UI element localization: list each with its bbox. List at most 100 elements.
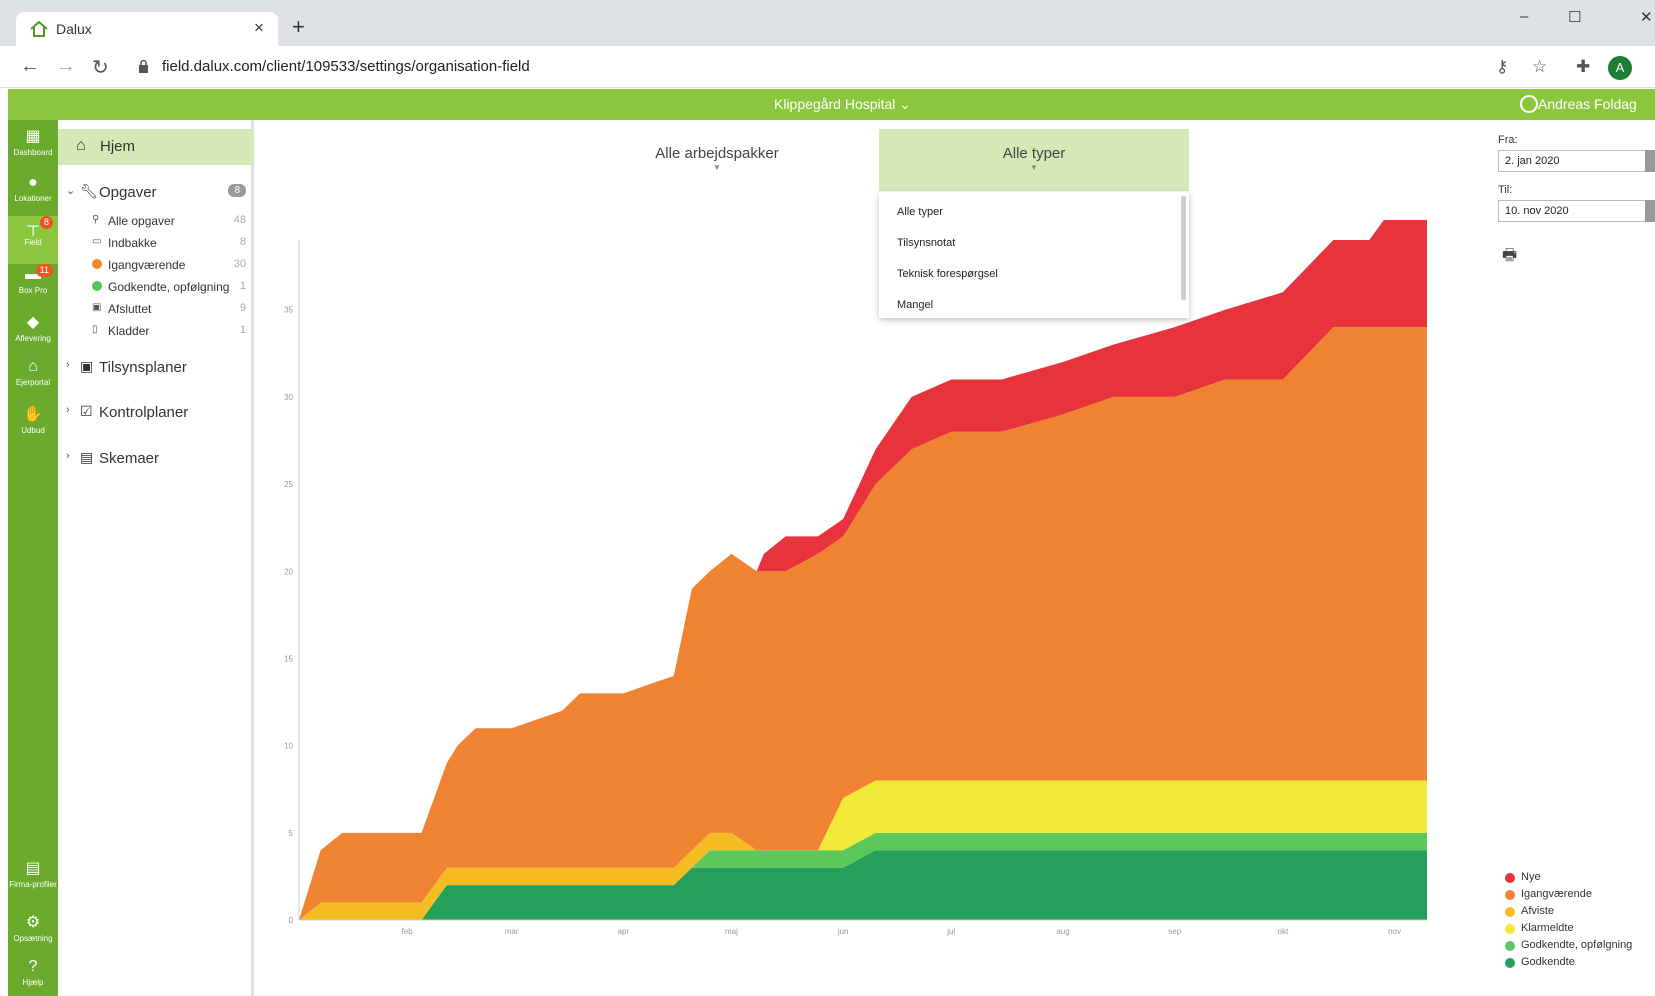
extensions-icon[interactable]: ✚ [1576,57,1590,77]
filter-typer[interactable]: Alle typer ▼ [879,129,1189,191]
legend-label: Godkendte, opfølgning [1521,939,1633,951]
sidebar-item-label: Hjem [100,138,136,155]
rail-ejerportal[interactable]: ⌂ Ejerportal [8,356,58,400]
app-header: Klippegård Hospital ⌄ Andreas Foldag [8,89,1655,120]
x-tick-label: aug [1056,927,1069,936]
tab-close-icon[interactable]: × [254,18,264,38]
rail-aflevering[interactable]: ◆ Aflevering [8,310,58,354]
user-icon [1520,95,1538,113]
status-area-chart: 0 5 10 15 20 25 30 35 feb mar apr maj jun jul aug sep ok… [284,220,1427,936]
rail-label: Field [24,238,42,247]
status-dot-orange-icon [92,259,102,269]
key-icon[interactable]: ⚷ [1496,57,1508,77]
date-from-input[interactable] [1498,150,1653,172]
x-tick-label: sep [1168,927,1181,936]
legend-swatch [1505,941,1515,951]
legend-item[interactable]: Igangværende [1505,887,1655,903]
sidebar-item-label: Kladder [108,324,150,338]
sidebar-item-igangvaerende[interactable]: Igangværende 30 [58,255,254,275]
y-tick-label: 5 [289,829,294,838]
sidebar-item-label: Igangværende [108,258,186,272]
inbox-icon: ▭ [92,236,102,247]
chevron-right-icon[interactable]: › [66,450,70,462]
module-rail: ▦ Dashboard ● Lokationer ┬ Field 8 ▬ Box… [8,120,58,996]
y-tick-label: 25 [284,480,293,489]
chevron-down-icon[interactable]: ⌄ [66,184,75,197]
filter-label: Alle typer [1002,145,1066,162]
back-icon[interactable]: ← [20,55,40,78]
legend-label: Klarmeldte [1521,922,1574,934]
maximize-button[interactable]: ☐ [1568,8,1581,26]
item-count: 1 [239,324,246,336]
profile-avatar[interactable]: A [1608,56,1632,80]
building-icon: ▤ [25,860,41,877]
sidebar-section-tilsynsplaner[interactable]: › ▣ Tilsynsplaner [58,356,254,380]
rail-label: Aflevering [15,334,51,343]
rail-field[interactable]: ┬ Field 8 [8,216,58,264]
rail-udbud[interactable]: ✋ Udbud [8,402,58,446]
close-window-button[interactable]: ✕ [1640,8,1653,26]
rail-box-pro[interactable]: ▬ Box Pro 11 [8,264,58,308]
gear-icon: ⚙ [25,914,41,931]
legend-item[interactable]: Nye [1505,870,1655,886]
dropdown-option-alle-typer[interactable]: Alle typer [897,206,943,218]
form-icon: ▤ [80,449,94,465]
sidebar-section-skemaer[interactable]: › ▤ Skemaer [58,447,254,471]
sidebar-item-kladder[interactable]: ▯ Kladder 1 [58,321,254,341]
sidebar-item-alle-opgaver[interactable]: ⚲ Alle opgaver 48 [58,211,254,231]
sidebar-section-opgaver[interactable]: ⌄ 🔧︎ Opgaver 8 [58,181,254,205]
sidebar-item-indbakke[interactable]: ▭ Indbakke 8 [58,233,254,253]
forward-icon[interactable]: → [56,55,76,78]
user-name[interactable]: Andreas Foldag [1538,96,1637,112]
y-tick-label: 35 [284,306,293,315]
minimize-button[interactable]: – [1520,8,1528,25]
legend-item[interactable]: Klarmeldte [1505,921,1655,937]
y-tick-label: 30 [284,393,293,402]
sidebar-section-kontrolplaner[interactable]: › ☑ Kontrolplaner [58,401,254,425]
new-tab-button[interactable]: + [292,14,305,40]
chevron-right-icon[interactable]: › [66,359,70,371]
sidebar-item-afsluttet[interactable]: ▣ Afsluttet 9 [58,299,254,319]
browser-tab[interactable]: Dalux × [16,12,278,46]
filter-arbejdspakker[interactable]: Alle arbejdspakker ▼ [617,129,817,191]
sidebar: ⌂ Hjem ⌄ 🔧︎ Opgaver 8 ⚲ Alle opgaver 48 … [58,120,254,996]
item-count: 30 [233,258,246,270]
rail-opsaetning[interactable]: ⚙ Opsætning [8,910,58,954]
legend-item[interactable]: Godkendte, opfølgning [1505,938,1655,954]
legend-label: Afviste [1521,905,1555,917]
item-count: 9 [239,302,246,314]
rail-hjaelp[interactable]: ? Hjælp [8,956,58,996]
legend-item[interactable]: Afviste [1505,904,1655,920]
legend-swatch [1505,890,1515,900]
url-field[interactable]: field.dalux.com/client/109533/settings/o… [162,58,530,75]
calendar-icon[interactable] [1645,200,1655,222]
legend-label: Godkendte [1521,956,1575,968]
date-to-input[interactable] [1498,200,1653,222]
rail-firma-profiler[interactable]: ▤ Firma-profiler [8,856,58,904]
sidebar-item-godkendte-opfolgning[interactable]: Godkendte, opfølgning 1 [58,277,254,297]
print-icon[interactable]: 🖶︎ [1502,244,1517,271]
reload-icon[interactable]: ↻ [92,55,109,80]
sidebar-section-label: Kontrolplaner [99,404,189,421]
legend-item[interactable]: Godkendte [1505,955,1655,971]
y-tick-label: 0 [289,916,294,925]
x-tick-label: mar [505,927,519,936]
star-icon[interactable]: ☆ [1532,57,1547,77]
project-selector[interactable]: Klippegård Hospital ⌄ [774,96,911,113]
rail-label: Udbud [21,426,45,435]
help-icon: ? [28,958,38,975]
rail-lokationer[interactable]: ● Lokationer [8,172,58,216]
sidebar-item-home[interactable]: ⌂ Hjem [58,129,254,165]
sidebar-item-label: Afsluttet [108,302,152,316]
x-tick-label: okt [1278,927,1289,936]
main-content: Alle arbejdspakker ▼ Alle typer ▼ Alle t… [257,120,1655,996]
rail-dashboard[interactable]: ▦ Dashboard [8,124,58,168]
sidebar-section-label: Opgaver [99,184,157,201]
chevron-right-icon[interactable]: › [66,404,70,416]
house-icon: ⌂ [28,358,38,375]
x-tick-label: nov [1388,927,1401,936]
rail-label: Ejerportal [15,378,51,387]
caret-down-icon: ▼ [1030,163,1038,172]
legend-swatch [1505,907,1515,917]
calendar-icon[interactable] [1645,150,1655,172]
